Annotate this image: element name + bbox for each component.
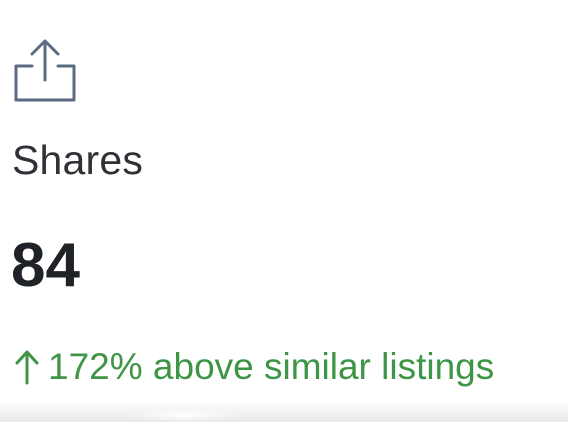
comparison-indicator: 172% above similar listings bbox=[14, 342, 494, 392]
metric-value: 84 bbox=[11, 231, 80, 300]
metric-label: Shares bbox=[12, 137, 144, 183]
bottom-divider-shadow bbox=[0, 400, 568, 422]
comparison-text: 172% above similar listings bbox=[48, 346, 495, 387]
shares-metric-card: Shares 84 172% above similar listings bbox=[0, 0, 568, 422]
arrow-up-icon bbox=[14, 347, 40, 387]
bottom-shadow-highlight bbox=[130, 408, 240, 422]
share-icon bbox=[12, 38, 78, 104]
